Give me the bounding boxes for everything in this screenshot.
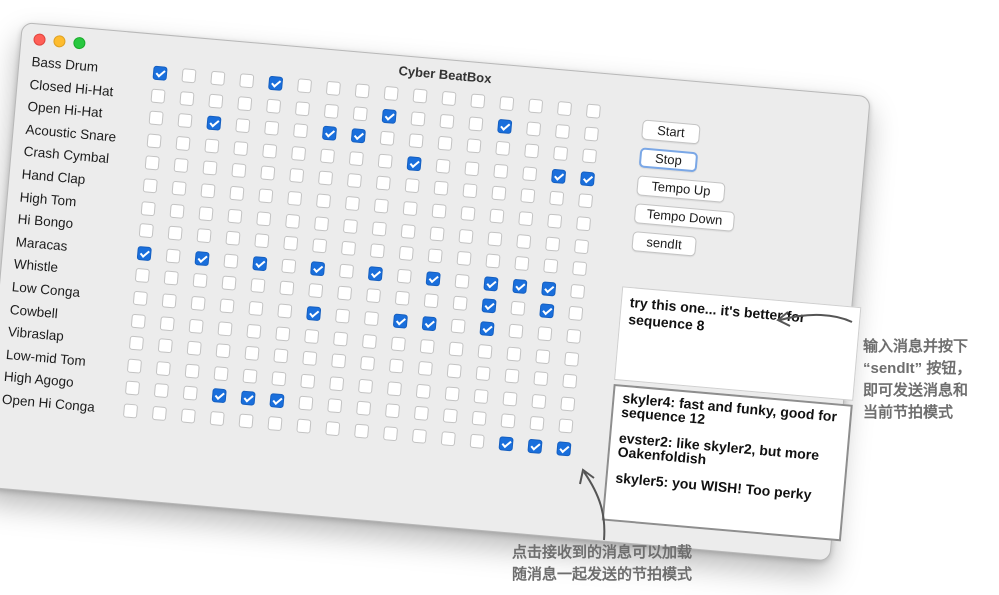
arrow-to-incoming-messages [583,471,606,541]
annotation-arrows [579,311,853,541]
annotation-send-message: 输入消息并按下 “sendIt” 按钮， 即可发送消息和 当前节拍模式 [863,336,971,424]
stage: Cyber BeatBox Bass Drum Closed Hi-Hat Open… [0,0,999,595]
annotation-line: 点击接收到的消息可以加载 [512,544,693,561]
arrow-to-message-input [779,313,853,323]
annotation-line: 即可发送消息和 [863,382,969,399]
annotation-line: 随消息一起发送的节拍模式 [512,566,693,583]
annotation-load-pattern: 点击接收到的消息可以加载 随消息一起发送的节拍模式 [512,542,692,586]
annotation-line: 当前节拍模式 [863,404,954,421]
annotation-line: 输入消息并按下 [863,338,969,355]
annotation-line: “sendIt” 按钮， [863,360,972,377]
